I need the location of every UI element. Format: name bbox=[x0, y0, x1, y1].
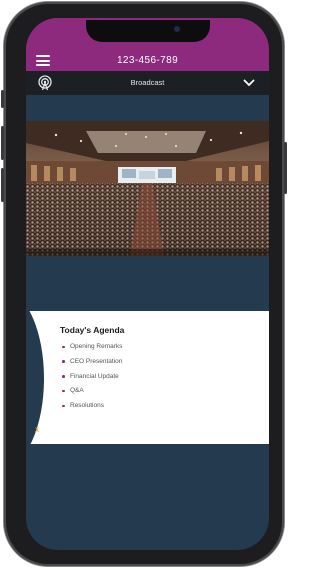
mute-switch bbox=[1, 90, 4, 108]
agenda-item: Financial Update bbox=[62, 373, 122, 388]
volume-up-button bbox=[1, 126, 4, 160]
agenda-item: CEO Presentation bbox=[62, 358, 122, 373]
lumi-logo: X LUMI bbox=[35, 428, 59, 434]
volume-down-button bbox=[1, 168, 4, 202]
phone-frame: 123-456-789 Broadcast Today's Agenda Ope… bbox=[1, 2, 287, 566]
camera-icon bbox=[174, 26, 180, 32]
chevron-down-icon[interactable] bbox=[243, 78, 255, 88]
video-player[interactable] bbox=[26, 121, 269, 256]
phone-notch bbox=[86, 20, 210, 42]
broadcast-bar[interactable]: Broadcast bbox=[26, 71, 269, 95]
presentation-slide: Today's Agenda Opening Remarks CEO Prese… bbox=[26, 311, 269, 444]
app-screen: 123-456-789 Broadcast Today's Agenda Ope… bbox=[26, 18, 269, 550]
broadcast-title: Broadcast bbox=[130, 78, 165, 87]
agenda-item: Resolutions bbox=[62, 402, 122, 417]
phone-number: 123-456-789 bbox=[116, 55, 179, 66]
slide-title: Today's Agenda bbox=[60, 325, 125, 335]
conference-hall-image bbox=[26, 121, 269, 256]
power-button bbox=[284, 142, 287, 194]
agenda-list: Opening Remarks CEO Presentation Financi… bbox=[62, 343, 122, 417]
agenda-item: Opening Remarks bbox=[62, 343, 122, 358]
slide-decoration bbox=[26, 311, 44, 444]
agenda-item: Q&A bbox=[62, 387, 122, 402]
